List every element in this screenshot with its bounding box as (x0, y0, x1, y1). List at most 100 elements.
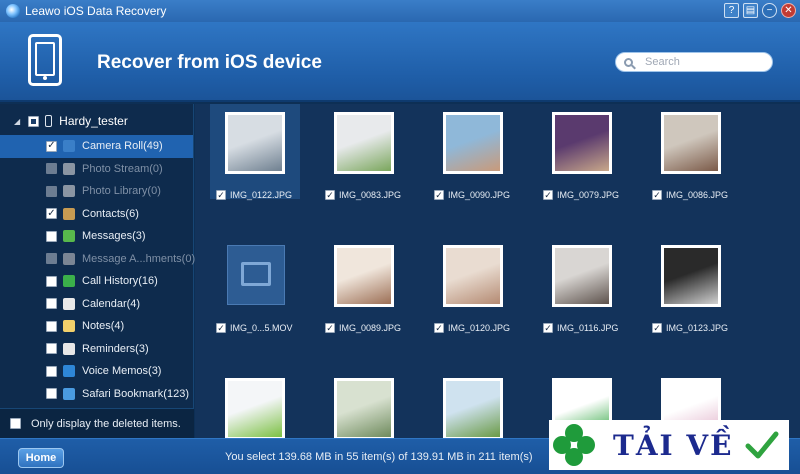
collapse-arrow-icon[interactable]: ◢ (14, 117, 20, 126)
watermark-text: TẢI VỀ (613, 428, 734, 462)
device-checkbox[interactable] (28, 115, 40, 127)
category-list: ✓ Camera Roll(49) Photo Stream(0) Photo Lib… (0, 135, 195, 406)
reminders-icon (63, 342, 75, 355)
help-button[interactable]: ? (724, 3, 739, 18)
notes-icon (63, 320, 75, 333)
selection-status: You select 139.68 MB in 55 item(s) of 13… (225, 451, 533, 463)
sidebar-item[interactable]: Photo Library(0) (0, 180, 193, 203)
close-button[interactable]: ✕ (781, 3, 796, 18)
safari-bookmark-icon (63, 387, 75, 400)
message-attachments-icon (63, 252, 75, 265)
photo-thumbnail (225, 378, 285, 438)
item-checkbox (46, 185, 57, 197)
sidebar-item[interactable]: Calendar(4) (0, 293, 193, 316)
sidebar-item[interactable]: Voice Memos(3) (0, 360, 193, 383)
gallery-thumbnail[interactable]: ✓ IMG_0086.JPG (646, 104, 736, 200)
item-checkbox[interactable]: ✓ (46, 140, 57, 152)
item-checkbox[interactable]: ✓ (46, 208, 57, 220)
photo-thumbnail (661, 112, 721, 174)
sidebar-item-label: Photo Stream(0) (82, 162, 163, 175)
sidebar-item-label: Messages(3) (82, 230, 146, 243)
thumbnail-checkbox[interactable]: ✓ (325, 190, 335, 200)
menu-button[interactable]: ▤ (743, 3, 758, 18)
sidebar-item-label: Call History(16) (82, 275, 158, 288)
thumbnail-caption: ✓ IMG_0079.JPG (543, 190, 619, 200)
item-checkbox[interactable] (46, 343, 57, 355)
sidebar-item-label: Photo Library(0) (82, 185, 161, 198)
gallery-thumbnail[interactable]: ✓ IMG_0090.JPG (428, 104, 518, 200)
thumbnail-caption: ✓ IMG_0122.JPG (216, 190, 292, 200)
sidebar-item[interactable]: ✓ Camera Roll(49) (0, 135, 193, 158)
photo-thumbnail (661, 245, 721, 307)
photo-thumbnail (443, 378, 503, 438)
thumbnail-checkbox[interactable]: ✓ (434, 323, 444, 333)
sidebar-item[interactable]: Safari Bookmark(123) (0, 383, 193, 406)
category-sidebar: ◢ Hardy_tester ✓ Camera Roll(49) Photo Str… (0, 104, 195, 408)
gallery-thumbnail[interactable] (319, 370, 409, 438)
search-input[interactable] (645, 56, 765, 68)
contacts-icon (63, 207, 75, 220)
sidebar-item[interactable]: Notes(4) (0, 315, 193, 338)
sidebar-item-label: Voice Memos(3) (82, 365, 162, 378)
thumbnail-checkbox[interactable]: ✓ (216, 190, 226, 200)
sidebar-item-label: Contacts(6) (82, 207, 139, 220)
sidebar-item[interactable]: Call History(16) (0, 270, 193, 293)
item-checkbox[interactable] (46, 320, 57, 332)
thumbnail-checkbox[interactable]: ✓ (652, 323, 662, 333)
thumbnail-checkbox[interactable]: ✓ (325, 323, 335, 333)
gallery-thumbnail[interactable] (210, 370, 300, 438)
device-name: Hardy_tester (59, 114, 128, 128)
sidebar-item[interactable]: Messages(3) (0, 225, 193, 248)
gallery-thumbnail[interactable]: ✓ IMG_0122.JPG (210, 104, 300, 200)
checkmark-icon (745, 431, 779, 459)
photo-thumbnail (443, 245, 503, 307)
home-button[interactable]: Home (18, 448, 64, 468)
gallery-thumbnail[interactable]: ✓ IMG_0083.JPG (319, 104, 409, 200)
file-name: IMG_0122.JPG (230, 190, 293, 200)
thumbnail-checkbox[interactable]: ✓ (543, 190, 553, 200)
page-title: Recover from iOS device (97, 52, 322, 73)
sidebar-item[interactable]: Photo Stream(0) (0, 158, 193, 181)
gallery-thumbnail[interactable]: ✓ IMG_0123.JPG (646, 237, 736, 333)
sidebar-item[interactable]: ✓ Contacts(6) (0, 203, 193, 226)
file-name: IMG_0090.JPG (448, 190, 511, 200)
gallery-thumbnail[interactable] (428, 370, 518, 438)
thumbnail-caption: ✓ IMG_0086.JPG (652, 190, 728, 200)
gallery-thumbnail[interactable]: ✓ IMG_0089.JPG (319, 237, 409, 333)
photo-thumbnail (334, 112, 394, 174)
sidebar-item-label: Reminders(3) (82, 342, 149, 355)
thumbnail-checkbox[interactable]: ✓ (216, 323, 226, 333)
photo-thumbnail (334, 378, 394, 438)
iphone-icon (45, 115, 53, 127)
file-name: IMG_0086.JPG (666, 190, 729, 200)
thumbnail-checkbox[interactable]: ✓ (434, 190, 444, 200)
device-tree-root[interactable]: ◢ Hardy_tester (14, 114, 128, 128)
item-checkbox[interactable] (46, 298, 57, 310)
file-name: IMG_0123.JPG (666, 323, 729, 333)
gallery-thumbnail[interactable]: ✓ IMG_0116.JPG (537, 237, 627, 333)
minimize-button[interactable]: − (762, 3, 777, 18)
item-checkbox[interactable] (46, 230, 57, 242)
sidebar-item[interactable]: Reminders(3) (0, 338, 193, 361)
file-name: IMG_0083.JPG (339, 190, 402, 200)
sidebar-item[interactable]: Message A...hments(0) (0, 248, 195, 271)
item-checkbox[interactable] (46, 365, 57, 377)
item-checkbox[interactable] (46, 388, 57, 400)
item-checkbox[interactable] (46, 275, 57, 287)
file-name: IMG_0089.JPG (339, 323, 402, 333)
voice-memos-icon (63, 365, 75, 378)
thumbnail-checkbox[interactable]: ✓ (652, 190, 662, 200)
gallery-thumbnail[interactable]: ✓ IMG_0079.JPG (537, 104, 627, 200)
photo-thumbnail (225, 112, 285, 174)
thumbnail-caption: ✓ IMG_0089.JPG (325, 323, 401, 333)
deleted-filter[interactable]: Only display the deleted items. (0, 408, 194, 438)
gallery-thumbnail[interactable]: ✓ IMG_0120.JPG (428, 237, 518, 333)
thumbnail-checkbox[interactable]: ✓ (543, 323, 553, 333)
gallery-thumbnail[interactable]: ✓ IMG_0...5.MOV (210, 237, 300, 333)
calendar-icon (63, 297, 75, 310)
only-deleted-checkbox[interactable] (10, 418, 21, 429)
only-deleted-label: Only display the deleted items. (31, 417, 181, 430)
item-checkbox (46, 163, 57, 175)
photo-library-icon (63, 185, 75, 198)
search-box[interactable] (615, 52, 773, 72)
